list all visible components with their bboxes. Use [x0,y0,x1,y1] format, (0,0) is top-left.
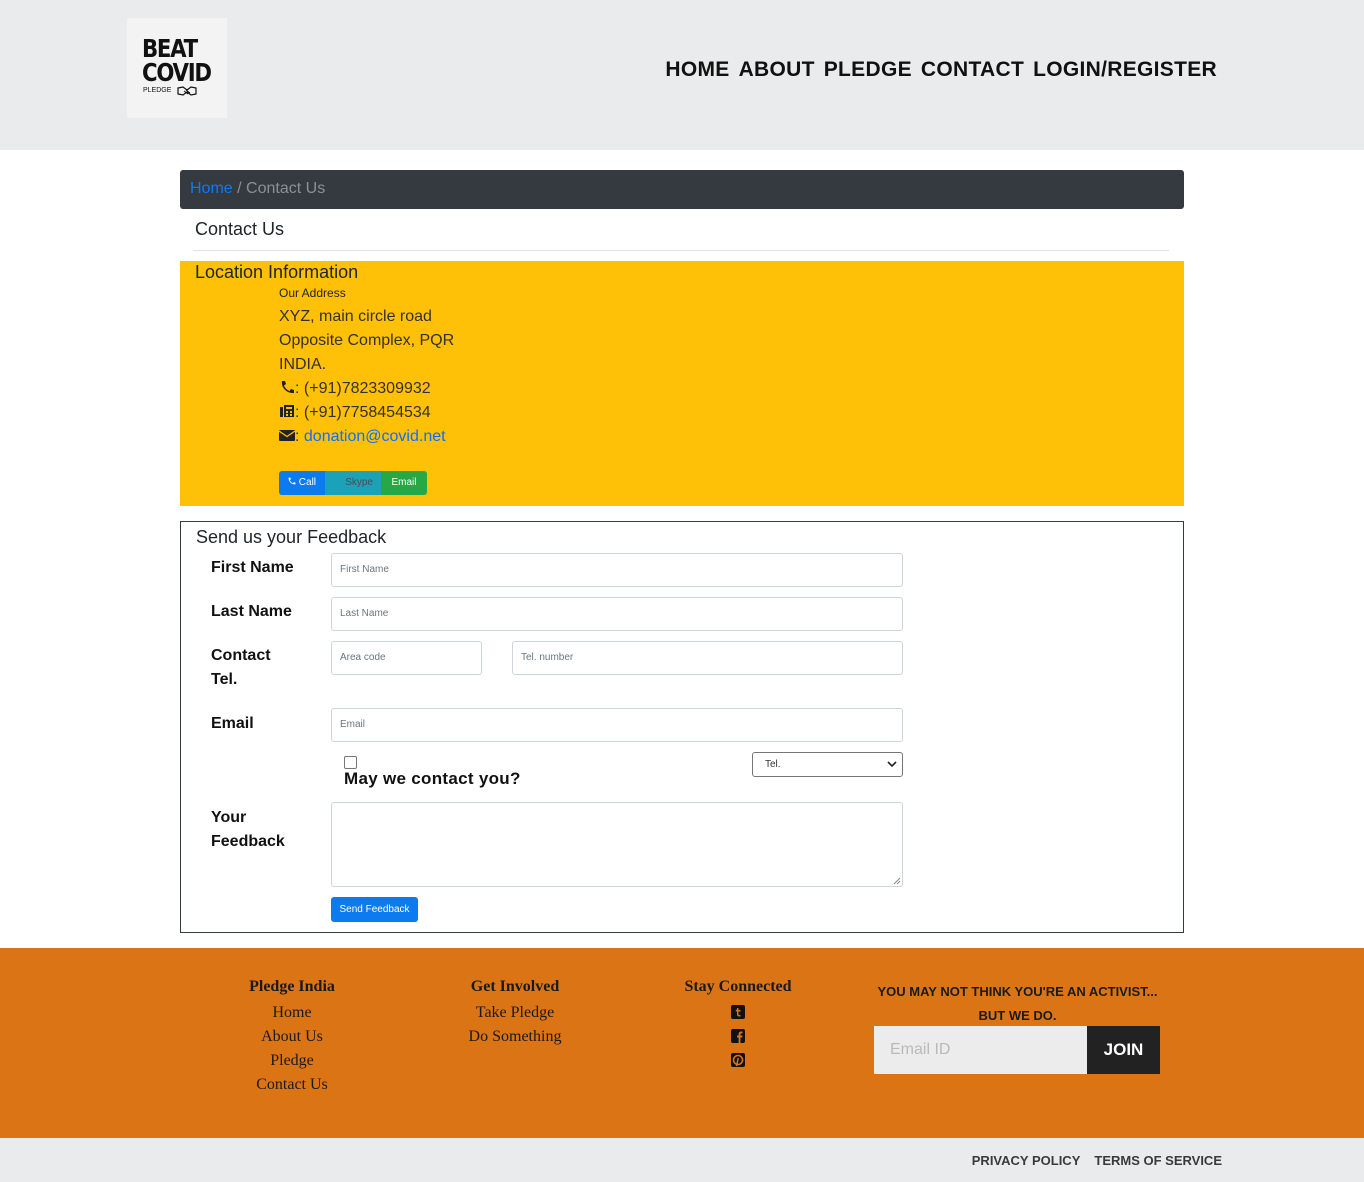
phone-icon [288,477,296,485]
activist-line-1: YOU MAY NOT THINK YOU'RE AN ACTIVIST... [877,984,1158,999]
nav-about[interactable]: ABOUT [739,58,815,82]
email-prefix: : [295,428,304,445]
footer-link-home[interactable]: Home [232,1001,352,1025]
facebook-icon[interactable] [731,1029,745,1043]
breadcrumb-home[interactable]: Home [190,180,233,197]
skype-button[interactable]: Skype [325,471,381,495]
footer-link-pledge[interactable]: Pledge [232,1049,352,1073]
footer-heading: Pledge India [249,978,335,995]
logo-line-3: PLEDGE [143,87,172,94]
nav-contact[interactable]: CONTACT [921,58,1024,82]
send-feedback-button[interactable]: Send Feedback [331,897,418,922]
footer-link-take-pledge[interactable]: Take Pledge [450,1001,580,1025]
feedback-title: Send us your Feedback [196,527,387,547]
location-section: Location Information Our Address XYZ, ma… [180,261,1184,506]
contact-label: Contact [211,647,271,664]
email-line: : donation@covid.net [279,428,446,446]
phone-icon [281,381,294,394]
fax-number: : (+91)7758454534 [295,404,431,421]
contact-method-select[interactable]: Tel. [752,752,903,777]
email-button[interactable]: Email [381,471,427,495]
handshake-icon [177,86,197,96]
breadcrumb: Home / Contact Us [180,170,1184,209]
nav-pledge[interactable]: PLEDGE [824,58,912,82]
tel-number-input[interactable]: Tel. number [512,641,903,675]
resize-grip-icon[interactable] [892,876,901,885]
footer-link-about[interactable]: About Us [232,1025,352,1049]
email-link[interactable]: donation@covid.net [304,428,446,445]
your-feedback-label: Your [211,809,247,826]
legal-links: PRIVACY POLICY TERMS OF SERVICE [972,1153,1222,1168]
contact-consent-label: May we contact you? [344,769,521,788]
breadcrumb-current: Contact Us [246,180,326,197]
chevron-down-icon [887,761,897,768]
footer-heading: Get Involved [470,978,560,995]
address-label: Our Address [279,286,346,300]
fax-line: : (+91)7758454534 [279,404,431,422]
footer-link-do-something[interactable]: Do Something [450,1025,580,1049]
fax-icon [280,405,294,417]
footer-heading: Stay Connected [684,978,792,995]
site-header: BEAT COVID PLEDGE HOME ABOUT PLEDGE CONT… [0,0,1364,150]
first-name-label: First Name [211,559,294,576]
call-button[interactable]: Call [279,471,325,495]
privacy-policy-link[interactable]: PRIVACY POLICY [972,1153,1081,1168]
footer-col-pledge-india: Pledge India Home About Us Pledge Contac… [232,978,352,1097]
logo-line-2: COVID [142,58,212,87]
page-title: Contact Us [195,219,285,239]
phone-number: : (+91)7823309932 [295,380,431,397]
email-input[interactable]: Email [331,708,903,742]
footer-col-stay-connected: Stay Connected [673,978,803,1077]
address-line: Opposite Complex, PQR [279,332,455,349]
contact-tel-label: Tel. [211,671,238,688]
address-line: INDIA. [279,356,327,373]
call-button-label: Call [298,477,317,488]
breadcrumb-separator: / [237,180,242,197]
activist-tagline: YOU MAY NOT THINK YOU'RE AN ACTIVIST... … [855,980,1180,1028]
contact-method-value: Tel. [765,759,781,770]
beat-covid-logo[interactable]: BEAT COVID PLEDGE [127,18,227,118]
last-name-input[interactable]: Last Name [331,597,903,631]
pinterest-icon[interactable] [731,1053,745,1067]
footer-link-contact[interactable]: Contact Us [232,1073,352,1097]
title-divider [193,250,1169,251]
area-code-input[interactable]: Area code [331,641,482,675]
contact-consent-checkbox[interactable] [344,756,357,769]
nav-home[interactable]: HOME [665,58,729,82]
bottom-bar: PRIVACY POLICY TERMS OF SERVICE [0,1138,1364,1182]
contact-button-group: Call Skype Email [279,471,427,495]
location-title: Location Information [195,262,359,282]
feedback-form: Send us your Feedback First Name First N… [180,521,1184,933]
main-nav: HOME ABOUT PLEDGE CONTACT LOGIN/REGISTER [665,58,1217,82]
address-line: XYZ, main circle road [279,308,432,325]
footer-col-get-involved: Get Involved Take Pledge Do Something [450,978,580,1049]
join-button[interactable]: JOIN [1087,1026,1160,1074]
newsletter-email-input[interactable]: Email ID [874,1026,1087,1074]
site-footer: Pledge India Home About Us Pledge Contac… [0,948,1364,1138]
email-label: Email [211,715,254,732]
envelope-icon [279,430,295,441]
last-name-label: Last Name [211,603,292,620]
phone-line: : (+91)7823309932 [279,380,431,398]
your-feedback-label-2: Feedback [211,833,285,850]
tumblr-icon[interactable] [731,1005,745,1019]
terms-of-service-link[interactable]: TERMS OF SERVICE [1094,1153,1222,1168]
first-name-input[interactable]: First Name [331,553,903,587]
feedback-textarea[interactable] [331,802,903,887]
nav-login-register[interactable]: LOGIN/REGISTER [1033,58,1217,82]
activist-line-2: BUT WE DO. [978,1008,1057,1023]
